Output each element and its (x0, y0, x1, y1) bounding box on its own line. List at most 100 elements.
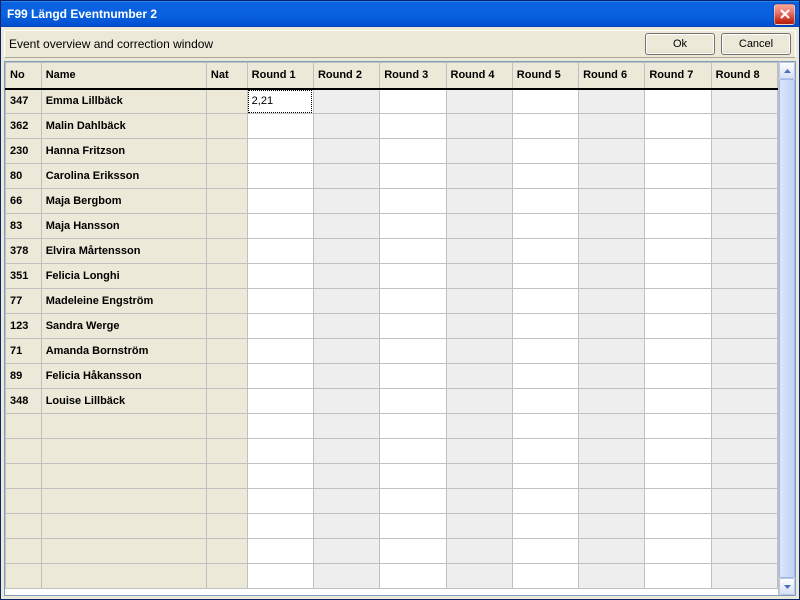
cell-name[interactable]: Madeleine Engström (41, 289, 206, 314)
cell-empty[interactable] (247, 489, 313, 514)
cell-round[interactable] (579, 239, 645, 264)
cell-round[interactable] (711, 289, 777, 314)
col-header-round3[interactable]: Round 3 (380, 63, 446, 89)
cell-empty[interactable] (645, 439, 711, 464)
cell-no[interactable]: 230 (6, 139, 42, 164)
cell-empty[interactable] (579, 439, 645, 464)
cell-empty[interactable] (645, 564, 711, 589)
cell-empty[interactable] (446, 414, 512, 439)
cell-empty[interactable] (579, 489, 645, 514)
cell-empty[interactable] (41, 464, 206, 489)
cell-round[interactable] (645, 289, 711, 314)
cell-round[interactable] (446, 114, 512, 139)
cell-nat[interactable] (206, 314, 247, 339)
cell-no[interactable]: 123 (6, 314, 42, 339)
cell-round[interactable] (380, 214, 446, 239)
cell-empty[interactable] (512, 489, 578, 514)
cell-empty[interactable] (206, 414, 247, 439)
col-header-round1[interactable]: Round 1 (247, 63, 313, 89)
cell-empty[interactable] (6, 539, 42, 564)
col-header-name[interactable]: Name (41, 63, 206, 89)
cell-round[interactable] (645, 114, 711, 139)
cell-empty[interactable] (579, 414, 645, 439)
cell-name[interactable]: Malin Dahlbäck (41, 114, 206, 139)
cell-round[interactable] (512, 289, 578, 314)
cell-round[interactable] (512, 114, 578, 139)
cell-empty[interactable] (711, 414, 777, 439)
cell-round[interactable] (446, 364, 512, 389)
cell-round[interactable] (579, 339, 645, 364)
cell-nat[interactable] (206, 214, 247, 239)
cell-round[interactable] (579, 139, 645, 164)
cell-nat[interactable] (206, 264, 247, 289)
cell-round[interactable] (579, 214, 645, 239)
cell-round[interactable] (313, 339, 379, 364)
cell-round[interactable] (512, 89, 578, 114)
ok-button[interactable]: Ok (645, 33, 715, 55)
cell-empty[interactable] (711, 564, 777, 589)
cell-round[interactable] (645, 389, 711, 414)
cell-round[interactable] (313, 389, 379, 414)
cell-nat[interactable] (206, 114, 247, 139)
cell-empty[interactable] (6, 464, 42, 489)
cell-empty[interactable] (380, 514, 446, 539)
cell-round[interactable] (512, 364, 578, 389)
cell-round[interactable] (645, 264, 711, 289)
cell-empty[interactable] (446, 489, 512, 514)
cell-empty[interactable] (446, 464, 512, 489)
cell-empty[interactable] (645, 489, 711, 514)
cell-round[interactable] (313, 89, 379, 114)
cell-name[interactable]: Emma Lillbäck (41, 89, 206, 114)
cell-round[interactable] (579, 89, 645, 114)
cell-empty[interactable] (6, 439, 42, 464)
cell-empty[interactable] (380, 439, 446, 464)
cell-nat[interactable] (206, 189, 247, 214)
cell-round[interactable] (579, 364, 645, 389)
scroll-thumb[interactable] (779, 79, 795, 578)
cell-round[interactable] (247, 314, 313, 339)
cell-round[interactable] (579, 189, 645, 214)
cell-round[interactable] (512, 164, 578, 189)
cell-empty[interactable] (645, 514, 711, 539)
cell-round[interactable] (446, 89, 512, 114)
cell-empty[interactable] (206, 489, 247, 514)
cell-empty[interactable] (206, 464, 247, 489)
cell-no[interactable]: 80 (6, 164, 42, 189)
cell-round[interactable] (711, 114, 777, 139)
close-button[interactable] (774, 4, 795, 25)
cell-name[interactable]: Louise Lillbäck (41, 389, 206, 414)
cell-round[interactable] (645, 314, 711, 339)
cell-empty[interactable] (512, 539, 578, 564)
col-header-round7[interactable]: Round 7 (645, 63, 711, 89)
cell-no[interactable]: 348 (6, 389, 42, 414)
cell-round[interactable] (446, 314, 512, 339)
cell-empty[interactable] (579, 514, 645, 539)
cell-empty[interactable] (206, 514, 247, 539)
cell-round[interactable] (711, 239, 777, 264)
cell-no[interactable]: 351 (6, 264, 42, 289)
cell-empty[interactable] (206, 564, 247, 589)
cell-empty[interactable] (446, 439, 512, 464)
cell-empty[interactable] (645, 539, 711, 564)
cell-empty[interactable] (711, 489, 777, 514)
cell-empty[interactable] (380, 489, 446, 514)
cell-round[interactable] (446, 339, 512, 364)
cell-nat[interactable] (206, 139, 247, 164)
titlebar[interactable]: F99 Längd Eventnumber 2 (1, 1, 799, 27)
cell-empty[interactable] (41, 539, 206, 564)
cell-no[interactable]: 347 (6, 89, 42, 114)
cell-empty[interactable] (41, 414, 206, 439)
col-header-round5[interactable]: Round 5 (512, 63, 578, 89)
cell-round[interactable]: 2,21 (247, 89, 313, 114)
cell-empty[interactable] (512, 514, 578, 539)
cell-name[interactable]: Felicia Håkansson (41, 364, 206, 389)
cell-no[interactable]: 66 (6, 189, 42, 214)
cell-round[interactable] (380, 264, 446, 289)
cell-name[interactable]: Carolina Eriksson (41, 164, 206, 189)
cell-empty[interactable] (313, 439, 379, 464)
cell-no[interactable]: 89 (6, 364, 42, 389)
col-header-round2[interactable]: Round 2 (313, 63, 379, 89)
cancel-button[interactable]: Cancel (721, 33, 791, 55)
cell-round[interactable] (446, 264, 512, 289)
cell-round[interactable] (313, 239, 379, 264)
